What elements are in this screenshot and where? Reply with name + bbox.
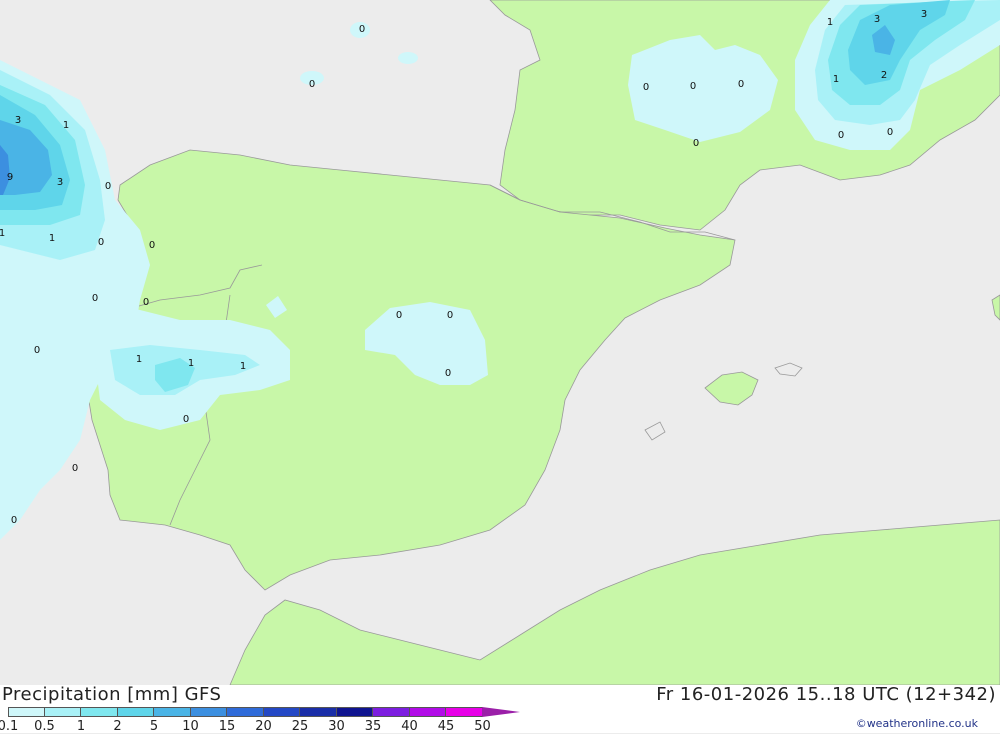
- value-label: 0: [887, 127, 893, 138]
- scale-swatch: [373, 707, 410, 717]
- value-label: 1: [833, 74, 839, 85]
- value-label: 0: [183, 414, 189, 425]
- value-label: 1: [136, 354, 142, 365]
- scale-tick-label: 35: [364, 719, 382, 734]
- value-label: 1: [49, 233, 55, 244]
- scale-swatch: [190, 707, 227, 717]
- value-label: 2: [881, 70, 887, 81]
- value-label: 0: [838, 130, 844, 141]
- scale-swatch: [227, 707, 264, 717]
- scale-tick-label: 10: [182, 719, 199, 734]
- value-label: 3: [874, 14, 880, 25]
- value-label: 0: [738, 79, 744, 90]
- value-label: 0: [359, 24, 365, 35]
- value-label: 1: [240, 361, 246, 372]
- scale-tick-label: 0.5: [34, 719, 55, 734]
- value-label: 0: [643, 82, 649, 93]
- scale-swatch: [81, 707, 118, 717]
- value-label: 0: [98, 237, 104, 248]
- scale-swatch: [263, 707, 300, 717]
- value-label: 0: [34, 345, 40, 356]
- scale-tick-label: 20: [255, 719, 272, 734]
- value-label: 0: [690, 81, 696, 92]
- value-label: 1: [188, 358, 194, 369]
- scale-tick-labels: 0.1 0.5 1 2 5 10 15 20 25 30 35 40 45 50: [0, 719, 520, 734]
- value-label: 3: [921, 9, 927, 20]
- scale-swatch: [336, 707, 373, 717]
- precipitation-map: 3 1 9 3 1 1 0 0 0 0 0 0 0 0 1 1 1 0 0 0 …: [0, 0, 1000, 685]
- value-label: 0: [72, 463, 78, 474]
- scale-swatch: [300, 707, 337, 717]
- value-label: 1: [0, 228, 5, 239]
- scale-swatch: [44, 707, 81, 717]
- scale-tick-label: 2: [113, 719, 122, 734]
- scale-tick-label: 1: [76, 719, 86, 734]
- precip-biscay-spot-2: [398, 52, 418, 64]
- scale-swatch: [154, 707, 191, 717]
- scale-tick-label: 5: [149, 719, 159, 734]
- scale-tick-label: 50: [474, 719, 491, 734]
- scale-tick-label: 15: [218, 719, 236, 734]
- scale-swatch: [117, 707, 154, 717]
- forecast-timestamp: Fr 16-01-2026 15..18 UTC (12+342): [656, 684, 996, 705]
- scale-tick-label: 40: [401, 719, 418, 734]
- value-label: 0: [396, 310, 402, 321]
- value-label: 9: [7, 172, 13, 183]
- value-label: 0: [11, 515, 17, 526]
- scale-tick-label: 0.1: [0, 719, 19, 734]
- scale-swatch: [446, 707, 483, 717]
- value-label: 0: [149, 240, 155, 251]
- value-label: 0: [693, 138, 699, 149]
- color-scale: [8, 707, 483, 719]
- value-label: 0: [309, 79, 315, 90]
- value-label: 0: [92, 293, 98, 304]
- scale-tick-label: 30: [328, 719, 345, 734]
- scale-tick-label: 45: [437, 719, 455, 734]
- value-label: 3: [57, 177, 63, 188]
- value-label: 0: [447, 310, 453, 321]
- scale-tick-label: 25: [291, 719, 309, 734]
- legend-bar: Precipitation [mm] GFS Fr 16-01-2026 15.…: [0, 684, 1000, 734]
- scale-arrow: [482, 707, 520, 717]
- scale-swatch: [409, 707, 446, 717]
- map-title: Precipitation [mm] GFS: [2, 684, 222, 705]
- value-label: 3: [15, 115, 21, 126]
- credit-link[interactable]: ©weatheronline.co.uk: [856, 717, 978, 730]
- value-label: 0: [143, 297, 149, 308]
- scale-swatch: [8, 707, 45, 717]
- value-label: 1: [63, 120, 69, 131]
- value-label: 0: [445, 368, 451, 379]
- value-label: 0: [105, 181, 111, 192]
- value-label: 1: [827, 17, 833, 28]
